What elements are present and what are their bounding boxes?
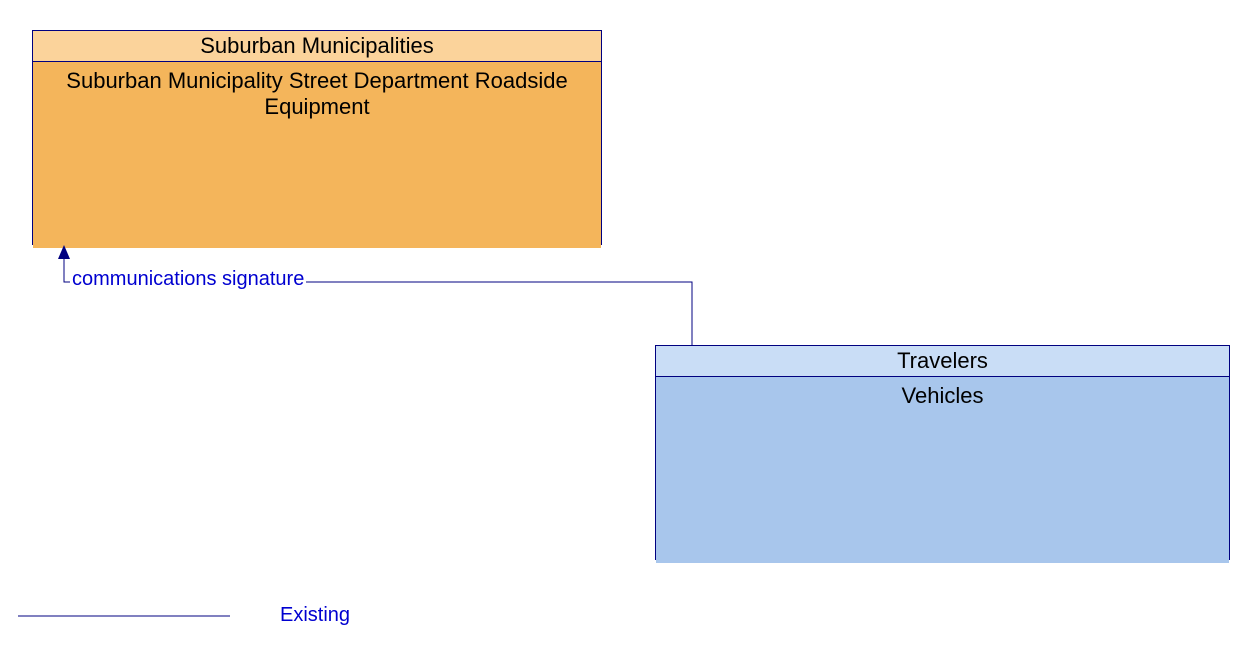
entity-suburban-body: Suburban Municipality Street Department … [33,62,601,248]
entity-travelers-header: Travelers [656,346,1229,377]
entity-travelers-vehicles: Travelers Vehicles [655,345,1230,560]
entity-travelers-body: Vehicles [656,377,1229,563]
entity-suburban-header: Suburban Municipalities [33,31,601,62]
flow-label-communications-signature: communications signature [70,268,306,291]
entity-suburban-roadside-equipment: Suburban Municipalities Suburban Municip… [32,30,602,245]
flow-line-communications-signature [64,247,692,345]
legend-label-existing: Existing [280,604,350,627]
